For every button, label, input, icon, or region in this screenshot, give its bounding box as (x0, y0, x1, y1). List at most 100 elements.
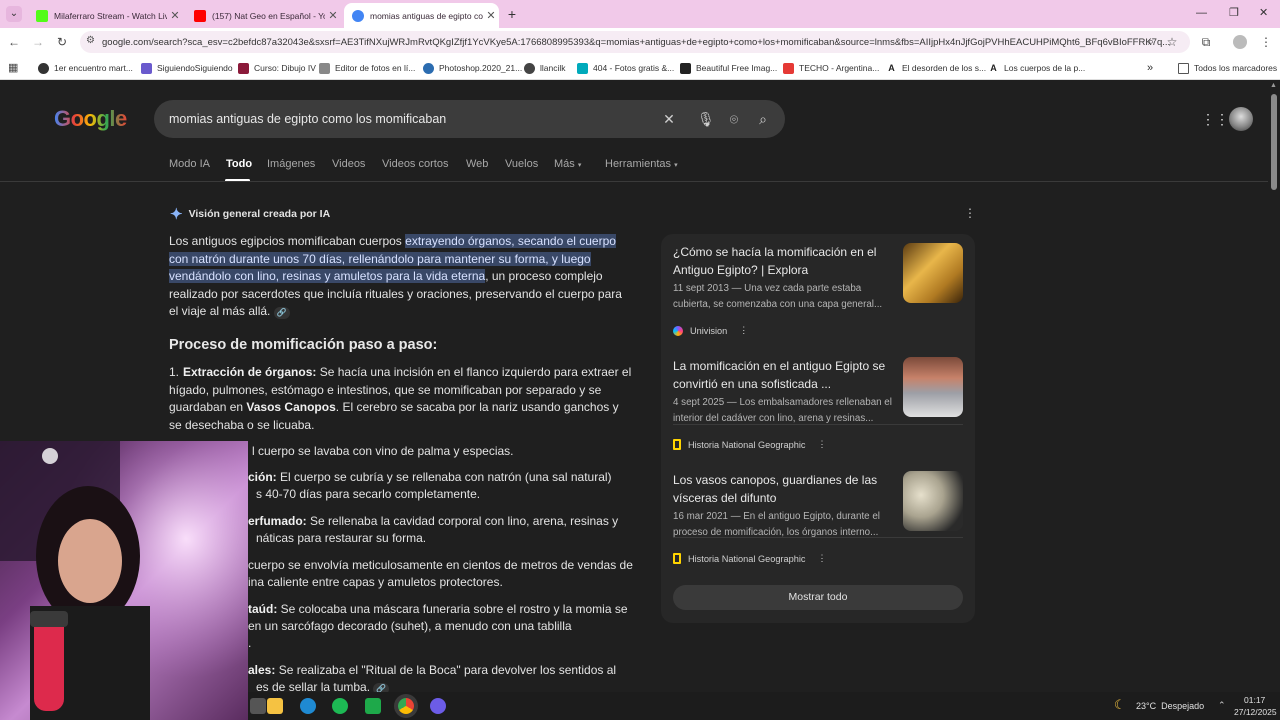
source-site[interactable]: Historia National Geographic ⋮ (673, 439, 827, 450)
source-title[interactable]: La momificación en el antiguo Egipto se … (673, 357, 895, 393)
scrollbar-thumb[interactable] (1271, 94, 1277, 190)
tab-search-icon[interactable]: ⌄ (6, 6, 22, 22)
back-icon[interactable]: ← (6, 34, 22, 50)
forward-icon[interactable]: → (30, 34, 46, 50)
clock-date[interactable]: 27/12/2025 (1234, 707, 1277, 717)
source-card[interactable]: Los vasos canopos, guardianes de las vís… (673, 471, 963, 571)
step-text: El cuerpo se cubría y se rellenaba con n… (276, 470, 612, 484)
minimize-icon[interactable]: — (1196, 7, 1207, 19)
tab-videos[interactable]: Videos (332, 158, 365, 170)
bookmark-label: El desorden de los s... (902, 63, 987, 73)
clear-icon[interactable]: ✕ (661, 111, 677, 127)
bookmark-item[interactable]: llancilk (524, 61, 566, 75)
restore-icon[interactable]: ❐ (1229, 6, 1239, 19)
source-site[interactable]: Historia National Geographic ⋮ (673, 553, 827, 564)
tab-google-search[interactable]: momias antiguas de egipto como ✕ (344, 3, 499, 28)
chat-app-icon[interactable] (430, 698, 446, 714)
bookmark-item[interactable]: 1er encuentro mart... (38, 61, 133, 75)
source-title[interactable]: Los vasos canopos, guardianes de las vís… (673, 471, 895, 507)
bookmark-item[interactable]: Editor de fotos en lí... (319, 61, 415, 75)
taskview-icon[interactable] (250, 698, 266, 714)
tab-flights[interactable]: Vuelos (505, 158, 538, 170)
weather-text[interactable]: 23°C Despejado (1136, 701, 1204, 711)
address-bar[interactable]: ⚙ google.com/search?sca_esv=c2befdc87a32… (80, 31, 1190, 53)
more-options-icon[interactable]: ⋮ (817, 553, 826, 564)
link-icon[interactable]: 🔗 (273, 307, 290, 319)
tray-overflow-icon[interactable]: ⌃ (1218, 700, 1226, 711)
show-all-button[interactable]: Mostrar todo (673, 585, 963, 610)
page-scrollbar[interactable]: ▲ (1268, 80, 1280, 692)
more-options-icon[interactable]: ⋮ (739, 325, 748, 336)
source-site[interactable]: Univision ⋮ (673, 325, 748, 336)
link-icon[interactable]: 🔗 (373, 683, 390, 692)
site-info-icon[interactable]: ⚙ (86, 35, 95, 46)
tab-short-videos[interactable]: Videos cortos (382, 158, 448, 170)
avatar[interactable] (1229, 107, 1253, 131)
bookmark-favicon-icon (423, 62, 434, 74)
bookmark-item[interactable]: TECHO - Argentina... (783, 61, 879, 75)
tab-all[interactable]: Todo (226, 158, 252, 170)
zoom-icon[interactable]: ⌕ (1143, 34, 1159, 50)
source-title[interactable]: ¿Cómo se hacía la momificación en el Ant… (673, 243, 895, 279)
close-icon[interactable]: ✕ (167, 9, 183, 22)
reload-icon[interactable]: ↻ (54, 34, 70, 50)
source-card[interactable]: La momificación en el antiguo Egipto se … (673, 357, 963, 457)
tab-ai-mode[interactable]: Modo IA (169, 158, 210, 170)
bookmark-item[interactable]: A Los cuerpos de la p... (988, 61, 1085, 75)
step-text: ina caliente entre capas y amuletos prot… (248, 575, 503, 589)
bookmark-item[interactable]: Beautiful Free Imag... (680, 61, 777, 75)
source-site-name: Historia National Geographic (688, 439, 806, 450)
bookmark-item[interactable]: Curso: Dibujo IV (238, 61, 316, 75)
bookmark-star-icon[interactable]: ☆ (1164, 34, 1180, 50)
bookmark-item[interactable]: 404 - Fotos gratis &... (577, 61, 674, 75)
spotify-icon[interactable] (332, 698, 348, 714)
close-window-icon[interactable]: ✕ (1259, 6, 1268, 19)
edge-icon[interactable] (300, 698, 316, 714)
lens-icon[interactable]: ⌾ (726, 111, 742, 127)
close-icon[interactable]: ✕ (325, 9, 341, 22)
search-input[interactable]: momias antiguas de egipto como los momif… (154, 100, 785, 138)
tab-images[interactable]: Imágenes (267, 158, 315, 170)
clock-time[interactable]: 01:17 (1244, 695, 1265, 705)
step-4: erfumado: Se rellenaba la cavidad corpor… (248, 513, 618, 531)
more-options-icon[interactable]: ⋮ (964, 206, 976, 220)
tab-strip: ⌄ Milaferraro Stream - Watch Live ✕ (157… (0, 0, 1280, 28)
source-thumbnail[interactable] (903, 243, 963, 303)
bookmark-item[interactable]: Photoshop.2020_21... (423, 61, 522, 75)
scroll-up-icon[interactable]: ▲ (1270, 82, 1277, 89)
menu-kebab-icon[interactable]: ⋮ (1258, 34, 1274, 50)
plus-icon[interactable]: + (504, 6, 520, 22)
tab-more[interactable]: Más ▾ (554, 158, 581, 170)
apps-grid-icon[interactable]: ▦ (8, 61, 18, 74)
google-logo[interactable]: Google (54, 106, 127, 132)
bookmark-label: Editor de fotos en lí... (335, 63, 416, 73)
kick-icon (36, 9, 48, 22)
close-icon[interactable]: ✕ (483, 9, 499, 22)
all-bookmarks-folder[interactable]: Todos los marcadores (1178, 61, 1277, 75)
tab-tools[interactable]: Herramientas ▾ (605, 158, 678, 170)
bookmark-item[interactable]: SiguiendoSiguiendo (141, 61, 233, 75)
tab-youtube[interactable]: (157) Nat Geo en Español - YouTube ✕ (186, 3, 341, 28)
step-bold: ales: (248, 663, 276, 677)
tab-kick[interactable]: Milaferraro Stream - Watch Live ✕ (28, 3, 183, 28)
source-thumbnail[interactable] (903, 471, 963, 531)
source-snippet: 4 sept 2025 — Los embalsamadores rellena… (673, 397, 892, 424)
voice-search-icon[interactable]: 🎙 (697, 111, 715, 127)
file-explorer-icon[interactable] (267, 698, 283, 714)
tab-title: momias antiguas de egipto como (370, 10, 483, 21)
search-icon[interactable]: ⌕ (755, 111, 771, 127)
bookmark-favicon-icon: A (888, 62, 895, 73)
chrome-icon[interactable] (398, 698, 414, 714)
app-icon[interactable] (365, 698, 381, 714)
extensions-icon[interactable]: ⧉ (1198, 34, 1214, 50)
tab-web[interactable]: Web (466, 158, 488, 170)
profile-avatar-icon[interactable] (1233, 35, 1247, 49)
step-bold: erfumado: (248, 514, 307, 528)
source-thumbnail[interactable] (903, 357, 963, 417)
bookmarks-overflow-button[interactable]: » (1147, 61, 1153, 75)
google-apps-icon[interactable]: ⋮⋮ (1201, 111, 1229, 128)
more-options-icon[interactable]: ⋮ (817, 439, 826, 450)
bookmark-item[interactable]: A El desorden de los s... (886, 61, 986, 75)
source-card[interactable]: ¿Cómo se hacía la momificación en el Ant… (673, 243, 963, 343)
bookmark-favicon-icon (680, 62, 691, 74)
